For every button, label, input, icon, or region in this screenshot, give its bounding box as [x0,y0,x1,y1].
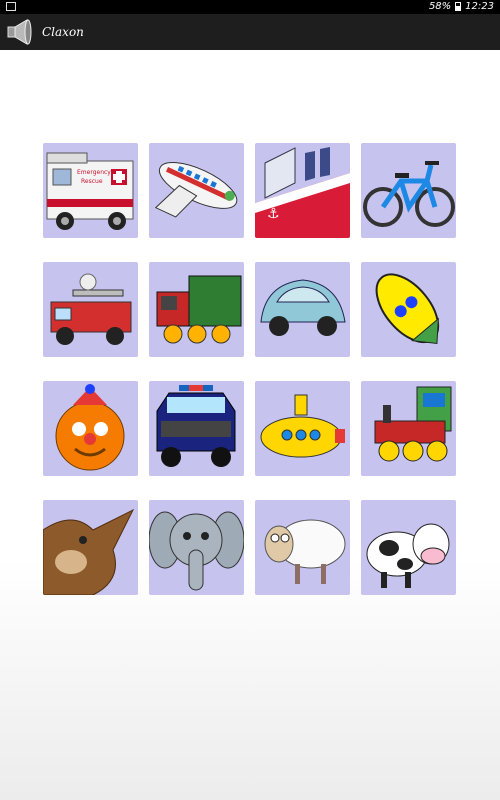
battery-percent: 58% [428,1,452,12]
police-car-icon [156,385,236,467]
app-title: Claxon [42,25,84,39]
tile-fire-truck[interactable] [43,262,138,357]
tile-train[interactable] [361,381,456,476]
sound-grid: Emergency Rescue ⚓ [43,143,456,595]
clock: 12:23 [465,1,494,12]
ambulance-label-1: Emergency [77,169,111,176]
svg-text:⚓: ⚓ [267,206,280,222]
tile-rocket[interactable] [361,262,456,357]
tile-police-car[interactable] [149,381,244,476]
clown-icon [55,384,125,471]
airplane-icon [154,162,238,218]
tile-ambulance[interactable]: Emergency Rescue [43,143,138,238]
ambulance-label-2: Rescue [81,178,103,185]
tile-truck[interactable] [149,262,244,357]
tile-ship[interactable]: ⚓ [255,143,350,238]
fire-truck-icon [50,273,132,345]
ship-icon: ⚓ [255,147,350,238]
tile-elephant[interactable] [149,500,244,595]
tile-car[interactable] [255,262,350,357]
donkey-icon [43,508,135,595]
battery-icon [455,2,462,11]
horn-icon[interactable] [6,17,36,47]
tile-bicycle[interactable] [361,143,456,238]
train-icon [374,386,452,462]
tile-airplane[interactable] [149,143,244,238]
action-bar: Claxon [0,14,500,50]
submarine-icon [260,394,345,458]
status-right: 58% 12:23 [429,1,494,12]
tile-cow[interactable] [361,500,456,595]
ambulance-icon: Emergency Rescue [46,152,134,230]
image-notification-icon [6,2,16,11]
tile-submarine[interactable] [255,381,350,476]
tile-donkey[interactable] [43,500,138,595]
truck-icon [156,275,242,344]
tile-clown[interactable] [43,381,138,476]
rocket-icon [375,273,440,345]
car-icon [260,279,346,336]
bicycle-icon [363,161,455,227]
sheep-icon [264,519,346,584]
status-bar: 58% 12:23 [0,0,500,14]
cow-icon [366,523,450,588]
elephant-icon [149,511,244,591]
tile-sheep[interactable] [255,500,350,595]
